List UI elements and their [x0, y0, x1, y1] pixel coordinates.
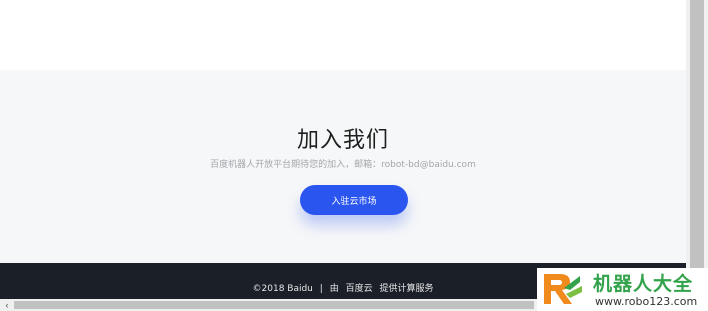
contact-email[interactable]: robot-bd@baidu.com	[381, 160, 476, 170]
vertical-scrollbar[interactable]	[686, 0, 708, 299]
robo123-logo-icon	[544, 274, 582, 304]
join-us-section: 加入我们 百度机器人开放平台期待您的加入，邮箱：robot-bd@baidu.c…	[0, 70, 686, 263]
footer-provider-suffix: 提供计算服务	[379, 284, 434, 294]
footer-separator: |	[319, 284, 323, 294]
scroll-left-arrow-icon[interactable]: ‹	[2, 299, 12, 311]
vertical-scroll-thumb[interactable]	[690, 0, 704, 299]
join-cloud-market-button[interactable]: 入驻云市场	[300, 185, 408, 215]
footer-copyright: ©2018 Baidu	[252, 284, 313, 294]
join-us-description: 百度机器人开放平台期待您的加入，邮箱：robot-bd@baidu.com	[0, 157, 686, 170]
horizontal-scroll-thumb[interactable]	[14, 301, 534, 309]
footer-provider-link[interactable]: 百度云	[346, 284, 373, 294]
page-top-area	[0, 0, 686, 70]
footer-provider-prefix: 由	[329, 284, 339, 294]
watermark-url: www.robo123.com	[595, 295, 698, 308]
watermark-name: 机器人大全	[593, 273, 694, 295]
join-us-description-text: 百度机器人开放平台期待您的加入，邮箱：	[210, 160, 382, 170]
join-us-title: 加入我们	[296, 128, 389, 153]
robo123-watermark: 机器人大全 www.robo123.com	[537, 268, 708, 311]
